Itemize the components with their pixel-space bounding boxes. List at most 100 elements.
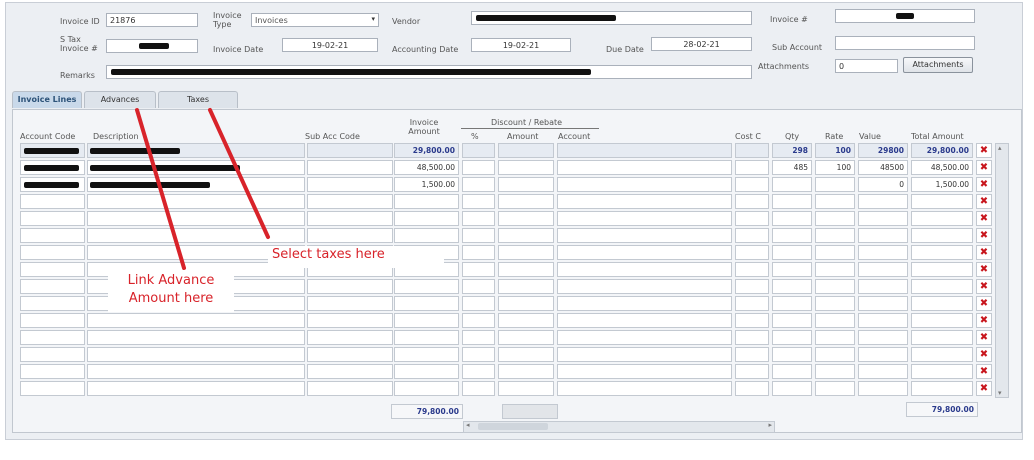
cell-rate[interactable]: 100 bbox=[815, 160, 855, 175]
delete-row-icon[interactable]: ✖ bbox=[976, 194, 992, 209]
delete-row-icon[interactable]: ✖ bbox=[976, 364, 992, 379]
tab-invoice-lines[interactable]: Invoice Lines bbox=[12, 91, 82, 108]
cell-disc-account[interactable] bbox=[557, 245, 732, 260]
cell-rate[interactable]: 100 bbox=[815, 143, 855, 158]
cell-sub-acc-code[interactable] bbox=[307, 313, 393, 328]
cell-value[interactable]: 48500 bbox=[858, 160, 908, 175]
cell-account-code[interactable] bbox=[20, 330, 85, 345]
cell-pct[interactable] bbox=[462, 313, 495, 328]
cell-cost-c[interactable] bbox=[735, 245, 769, 260]
cell-rate[interactable] bbox=[815, 194, 855, 209]
cell-total-amount[interactable] bbox=[911, 381, 973, 396]
cell-cost-c[interactable] bbox=[735, 279, 769, 294]
cell-description[interactable] bbox=[87, 364, 305, 379]
cell-disc-amount[interactable] bbox=[498, 245, 554, 260]
cell-total-amount[interactable] bbox=[911, 211, 973, 226]
cell-invoice-amount[interactable] bbox=[394, 228, 459, 243]
cell-disc-amount[interactable] bbox=[498, 143, 554, 158]
cell-description[interactable] bbox=[87, 381, 305, 396]
cell-cost-c[interactable] bbox=[735, 228, 769, 243]
cell-qty[interactable] bbox=[772, 262, 812, 277]
cell-total-amount[interactable] bbox=[911, 364, 973, 379]
cell-rate[interactable] bbox=[815, 381, 855, 396]
horizontal-scroll-thumb[interactable] bbox=[478, 423, 548, 430]
cell-description[interactable] bbox=[87, 194, 305, 209]
accounting-date-field[interactable]: 19-02-21 bbox=[471, 38, 571, 52]
cell-disc-amount[interactable] bbox=[498, 381, 554, 396]
cell-value[interactable] bbox=[858, 211, 908, 226]
cell-cost-c[interactable] bbox=[735, 194, 769, 209]
vendor-field[interactable] bbox=[471, 11, 752, 25]
cell-description[interactable] bbox=[87, 313, 305, 328]
cell-sub-acc-code[interactable] bbox=[307, 279, 393, 294]
cell-total-amount[interactable] bbox=[911, 347, 973, 362]
cell-cost-c[interactable] bbox=[735, 262, 769, 277]
cell-description[interactable] bbox=[87, 177, 305, 192]
cell-pct[interactable] bbox=[462, 296, 495, 311]
cell-account-code[interactable] bbox=[20, 160, 85, 175]
cell-disc-account[interactable] bbox=[557, 330, 732, 345]
delete-row-icon[interactable]: ✖ bbox=[976, 313, 992, 328]
cell-invoice-amount[interactable] bbox=[394, 313, 459, 328]
cell-sub-acc-code[interactable] bbox=[307, 143, 393, 158]
cell-invoice-amount[interactable] bbox=[394, 211, 459, 226]
delete-row-icon[interactable]: ✖ bbox=[976, 347, 992, 362]
cell-account-code[interactable] bbox=[20, 381, 85, 396]
cell-rate[interactable] bbox=[815, 211, 855, 226]
cell-disc-account[interactable] bbox=[557, 211, 732, 226]
cell-account-code[interactable] bbox=[20, 194, 85, 209]
cell-value[interactable] bbox=[858, 262, 908, 277]
cell-qty[interactable] bbox=[772, 194, 812, 209]
delete-row-icon[interactable]: ✖ bbox=[976, 143, 992, 158]
cell-disc-account[interactable] bbox=[557, 347, 732, 362]
cell-sub-acc-code[interactable] bbox=[307, 194, 393, 209]
invoice-type-select[interactable]: Invoices ▾ bbox=[251, 13, 379, 27]
cell-pct[interactable] bbox=[462, 211, 495, 226]
delete-row-icon[interactable]: ✖ bbox=[976, 211, 992, 226]
cell-qty[interactable] bbox=[772, 211, 812, 226]
delete-row-icon[interactable]: ✖ bbox=[976, 177, 992, 192]
cell-total-amount[interactable] bbox=[911, 245, 973, 260]
cell-disc-amount[interactable] bbox=[498, 364, 554, 379]
cell-value[interactable]: 29800 bbox=[858, 143, 908, 158]
cell-qty[interactable] bbox=[772, 347, 812, 362]
due-date-field[interactable]: 28-02-21 bbox=[651, 37, 752, 51]
cell-qty[interactable]: 485 bbox=[772, 160, 812, 175]
cell-disc-amount[interactable] bbox=[498, 262, 554, 277]
cell-description[interactable] bbox=[87, 330, 305, 345]
remarks-field[interactable] bbox=[106, 65, 752, 79]
cell-pct[interactable] bbox=[462, 228, 495, 243]
cell-cost-c[interactable] bbox=[735, 347, 769, 362]
cell-disc-account[interactable] bbox=[557, 194, 732, 209]
cell-disc-amount[interactable] bbox=[498, 279, 554, 294]
cell-sub-acc-code[interactable] bbox=[307, 364, 393, 379]
cell-disc-account[interactable] bbox=[557, 364, 732, 379]
cell-invoice-amount[interactable] bbox=[394, 279, 459, 294]
delete-row-icon[interactable]: ✖ bbox=[976, 279, 992, 294]
cell-disc-account[interactable] bbox=[557, 381, 732, 396]
cell-pct[interactable] bbox=[462, 381, 495, 396]
cell-disc-account[interactable] bbox=[557, 143, 732, 158]
cell-pct[interactable] bbox=[462, 194, 495, 209]
cell-qty[interactable] bbox=[772, 177, 812, 192]
cell-cost-c[interactable] bbox=[735, 177, 769, 192]
cell-account-code[interactable] bbox=[20, 313, 85, 328]
cell-rate[interactable] bbox=[815, 177, 855, 192]
cell-account-code[interactable] bbox=[20, 296, 85, 311]
cell-account-code[interactable] bbox=[20, 279, 85, 294]
cell-rate[interactable] bbox=[815, 228, 855, 243]
cell-total-amount[interactable]: 48,500.00 bbox=[911, 160, 973, 175]
cell-value[interactable] bbox=[858, 194, 908, 209]
cell-qty[interactable] bbox=[772, 381, 812, 396]
cell-total-amount[interactable] bbox=[911, 194, 973, 209]
cell-rate[interactable] bbox=[815, 313, 855, 328]
cell-rate[interactable] bbox=[815, 347, 855, 362]
cell-disc-amount[interactable] bbox=[498, 313, 554, 328]
cell-cost-c[interactable] bbox=[735, 296, 769, 311]
cell-qty[interactable] bbox=[772, 245, 812, 260]
delete-row-icon[interactable]: ✖ bbox=[976, 330, 992, 345]
cell-account-code[interactable] bbox=[20, 177, 85, 192]
cell-rate[interactable] bbox=[815, 330, 855, 345]
cell-rate[interactable] bbox=[815, 245, 855, 260]
cell-cost-c[interactable] bbox=[735, 160, 769, 175]
